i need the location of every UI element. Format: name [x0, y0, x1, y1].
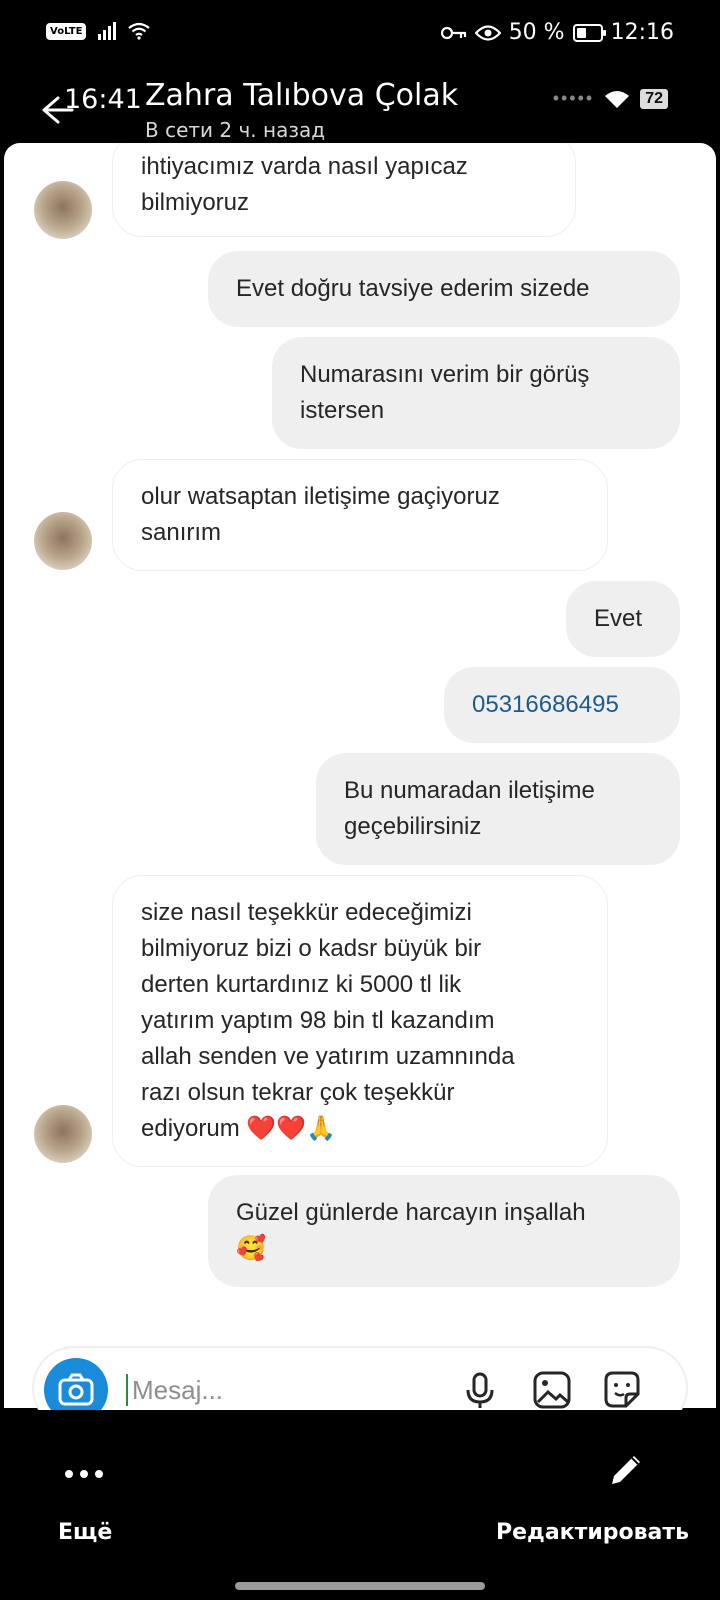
inner-battery: 72 [640, 88, 668, 109]
sticker-icon[interactable] [600, 1368, 644, 1412]
message-text: Evet [594, 605, 643, 632]
chat-header: 16:41 Zahra Talıbova Çolak В сети 2 ч. н… [0, 70, 720, 142]
battery-icon [572, 23, 606, 42]
chat-area[interactable]: ihtiyacımız varda nasıl yapıcaz bilmiyor… [4, 143, 716, 1408]
pencil-icon [612, 1456, 640, 1484]
message-input[interactable] [126, 1374, 456, 1406]
more-dots-icon [65, 1470, 103, 1478]
message-bubble[interactable]: Evet [566, 581, 680, 657]
contact-name[interactable]: Zahra Talıbova Çolak [145, 78, 458, 113]
message-text: Evet doğru tavsiye ederim sizede [236, 275, 590, 302]
message-bubble[interactable]: Güzel günlerde harcayın inşallah 🥰 [208, 1175, 680, 1287]
contact-status: В сети 2 ч. назад [145, 118, 326, 142]
message-text: Bu numaradan iletişime geçebilirsiniz [344, 777, 595, 840]
edit-label: Редактировать [496, 1520, 690, 1545]
message-text: size nasıl teşekkür edeceğimizi bilmiyor… [141, 899, 515, 1142]
signal-icon [98, 22, 117, 40]
message-text: ihtiyacımız varda nasıl yapıcaz bilmiyor… [141, 153, 468, 216]
message-bubble[interactable]: ihtiyacımız varda nasıl yapıcaz bilmiyor… [112, 143, 576, 237]
more-button[interactable]: Ещё [48, 1466, 120, 1576]
contact-avatar[interactable] [34, 512, 92, 570]
image-icon[interactable] [530, 1368, 574, 1412]
eye-icon [474, 24, 501, 41]
message-bubble[interactable]: Bu numaradan iletişime geçebilirsiniz [316, 753, 680, 865]
clock: 12:16 [610, 20, 674, 45]
message-bubble[interactable]: Numarasını verim bir görüş istersen [272, 337, 680, 449]
microphone-icon[interactable] [458, 1368, 502, 1412]
volte-badge: VoLTE [46, 22, 87, 40]
message-bubble[interactable]: olur watsaptan iletişime gaçiyoruz sanır… [112, 459, 608, 571]
more-label: Ещё [58, 1520, 113, 1545]
phone-number-bubble[interactable]: 05316686495 [444, 667, 680, 743]
message-text: Güzel günlerde harcayın inşallah 🥰 [236, 1199, 586, 1262]
contact-avatar[interactable] [34, 181, 92, 239]
wifi-icon [128, 22, 151, 40]
message-text: Numarasını verim bir görüş istersen [300, 361, 590, 424]
status-bar: VoLTE 50 % 12:16 [0, 0, 720, 70]
message-bubble[interactable]: size nasıl teşekkür edeceğimizi bilmiyor… [112, 875, 608, 1167]
message-bubble[interactable]: Evet doğru tavsiye ederim sizede [208, 251, 680, 327]
phone-number-link[interactable]: 05316686495 [472, 687, 619, 723]
inner-wifi-icon [605, 90, 630, 108]
home-indicator[interactable] [235, 1582, 485, 1590]
contact-avatar[interactable] [34, 1105, 92, 1163]
bottom-action-bar: Ещё Редактировать [0, 1410, 720, 1600]
inner-signal-icon: ••••• [552, 88, 595, 108]
inner-clock: 16:41 [64, 84, 142, 115]
edit-button[interactable]: Редактировать [496, 1456, 690, 1576]
battery-percent: 50 % [508, 20, 565, 45]
message-text: olur watsaptan iletişime gaçiyoruz sanır… [141, 483, 500, 546]
key-icon [440, 26, 466, 39]
